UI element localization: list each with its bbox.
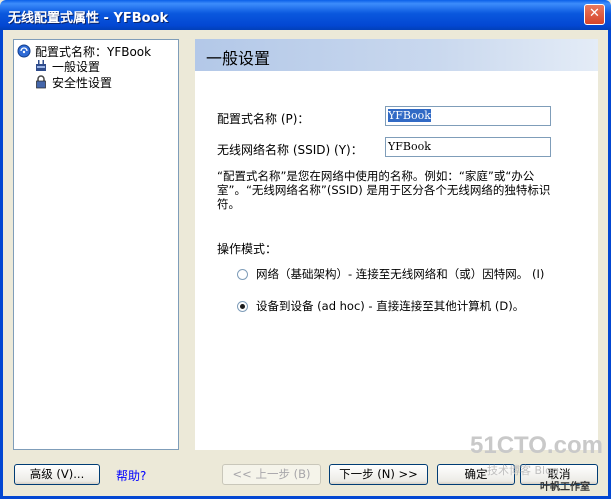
- mode-infrastructure-option[interactable]: 网络（基础架构）- 连接至无线网络和（或）因特网。 (I): [237, 266, 544, 282]
- profile-name-label: 配置式名称 (P)：: [217, 112, 310, 126]
- tree-item-general[interactable]: 一般设置: [34, 57, 101, 75]
- section-title: 一般设置: [206, 49, 271, 68]
- window-frame-left: [0, 30, 3, 499]
- description-text: “配置式名称”是您在网络中使用的名称。例如：“家庭”或“办公室”。“无线网络名称…: [217, 169, 551, 211]
- title-bar: 无线配置式属性 - YFBook ✕: [0, 0, 611, 30]
- profile-name-input[interactable]: YFBook: [385, 106, 551, 126]
- profile-name-value: YFBook: [388, 109, 431, 122]
- adhoc-radio[interactable]: [237, 300, 248, 312]
- ssid-input[interactable]: YFBook: [385, 137, 551, 157]
- advanced-button[interactable]: 高级 (V)...: [14, 464, 100, 485]
- back-button[interactable]: << 上一步 (B): [222, 464, 321, 485]
- watermark-subtitle: 技术博客 Blog: [487, 464, 559, 477]
- ssid-value: YFBook: [388, 140, 431, 153]
- infrastructure-label: 网络（基础架构）- 连接至无线网络和（或）因特网。 (I): [256, 267, 545, 281]
- general-settings-panel: 一般设置 配置式名称 (P)： YFBook 无线网络名称 (SSID) (Y)…: [195, 39, 598, 450]
- next-button[interactable]: 下一步 (N) >>: [329, 464, 428, 485]
- tree-item-general-label: 一般设置: [52, 57, 101, 75]
- tree-item-security-label: 安全性设置: [52, 75, 113, 90]
- watermark-studio: 叶帆工作室: [540, 482, 590, 493]
- lock-icon: [36, 75, 46, 89]
- close-button[interactable]: ✕: [584, 4, 605, 25]
- mode-adhoc-option[interactable]: 设备到设备 (ad hoc) - 直接连接至其他计算机 (D)。: [237, 298, 524, 314]
- tree-item-security[interactable]: 安全性设置: [34, 74, 112, 90]
- ssid-label: 无线网络名称 (SSID) (Y)：: [217, 143, 363, 157]
- wireless-profile-icon: [17, 44, 31, 58]
- infrastructure-radio[interactable]: [237, 268, 248, 280]
- window-title: 无线配置式属性 - YFBook: [8, 11, 169, 26]
- watermark-logo: 51CTO.com: [470, 432, 603, 459]
- mode-label: 操作模式：: [217, 242, 278, 256]
- network-card-icon: [36, 60, 46, 71]
- help-link[interactable]: 帮助?: [116, 467, 146, 484]
- settings-tree: 配置式名称：YFBook 一般设置 安全性设置: [13, 39, 179, 450]
- adhoc-label: 设备到设备 (ad hoc) - 直接连接至其他计算机 (D)。: [256, 299, 525, 313]
- section-header: 一般设置: [195, 39, 598, 71]
- close-icon: ✕: [589, 6, 600, 21]
